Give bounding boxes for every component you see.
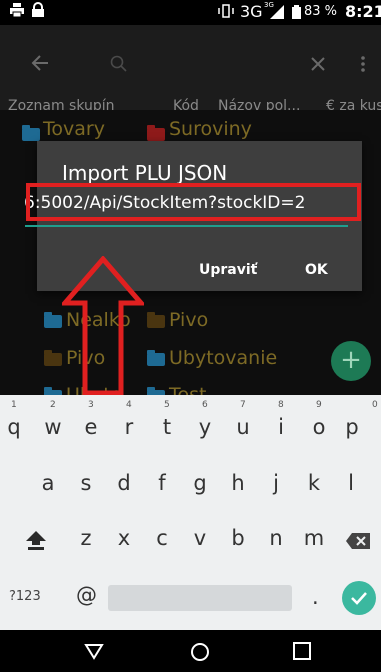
key-s[interactable]: s [69,471,103,495]
group-item[interactable]: Pivo [169,309,208,331]
lock-icon [31,2,45,22]
add-button[interactable]: + [331,341,371,381]
key-hint: 3 [88,400,94,410]
back-triangle-icon[interactable] [84,643,104,664]
signal-icon [270,5,284,23]
at-key[interactable]: @ [76,583,97,607]
space-bar[interactable] [108,585,292,611]
plus-icon: + [340,345,362,375]
key-a[interactable]: a [31,471,65,495]
input-underline [25,225,348,227]
symbols-key[interactable]: ?123 [9,589,41,604]
back-arrow-icon[interactable] [31,54,49,76]
key-b[interactable]: b [221,526,255,550]
checkmark-icon [351,592,367,605]
annotation-arrow-icon [62,256,144,396]
key-hint: 8 [278,400,284,410]
folder-icon [44,312,62,328]
battery-icon [292,5,301,23]
key-w[interactable]: w [36,415,70,439]
key-i[interactable]: i [264,415,298,439]
key-v[interactable]: v [183,526,217,550]
print-icon [9,2,25,22]
key-f[interactable]: f [145,471,179,495]
key-g[interactable]: g [183,471,217,495]
key-t[interactable]: t [150,415,184,439]
key-x[interactable]: x [107,526,141,550]
group-item[interactable]: Ubytovanie [169,347,277,369]
group-item[interactable]: Suroviny [169,118,252,140]
key-z[interactable]: z [69,526,103,550]
close-icon[interactable] [310,56,326,76]
key-j[interactable]: j [259,471,293,495]
key-p[interactable]: p [335,415,369,439]
key-r[interactable]: r [112,415,146,439]
folder-icon [22,125,40,141]
group-item[interactable]: Tovary [43,118,105,140]
key-hint: 4 [126,400,132,410]
key-o[interactable]: o [302,415,336,439]
key-hint: 2 [50,400,56,410]
key-h[interactable]: h [221,471,255,495]
key-k[interactable]: k [297,471,331,495]
folder-icon [147,312,165,328]
key-d[interactable]: d [107,471,141,495]
key-u[interactable]: u [226,415,260,439]
navigation-bar [0,630,381,672]
folder-icon [147,125,165,141]
key-hint: 1 [11,400,17,410]
network-type: 3G [240,2,263,21]
toolbar: Zoznam skupín Kód Názov pol... € za kus [0,25,381,114]
period-key[interactable]: . [312,585,319,609]
key-hint: 5 [164,400,170,410]
edit-button[interactable]: Upraviť [199,262,257,278]
battery-percent: 83 % [304,4,338,19]
folder-icon [147,350,165,366]
key-m[interactable]: m [297,526,331,550]
annotation-highlight-box [26,183,361,221]
key-c[interactable]: c [145,526,179,550]
status-bar: 3G 3G 83 % 8:21 [0,0,381,25]
key-hint: 9 [316,400,322,410]
dialog-title: Import PLU JSON [62,161,228,185]
key-hint: 6 [202,400,208,410]
key-hint: 7 [240,400,246,410]
key-hint: 0 [372,400,378,410]
folder-icon [44,350,62,366]
overflow-menu-icon[interactable] [360,55,366,77]
home-circle-icon[interactable] [190,642,210,666]
vibrate-icon [217,3,235,23]
ok-button[interactable]: OK [305,262,328,278]
key-e[interactable]: e [74,415,108,439]
key-q[interactable]: q [0,415,31,439]
key-l[interactable]: l [334,471,368,495]
shift-key-icon[interactable] [25,529,47,555]
soft-keyboard: 1 q 2 w 3 e 4 r 5 t 6 y 7 u 8 i 9 o 0 p … [0,395,381,630]
clock: 8:21 [345,2,381,21]
enter-key[interactable] [342,581,376,615]
key-n[interactable]: n [259,526,293,550]
search-icon[interactable] [110,55,128,77]
backspace-icon[interactable] [345,532,371,554]
key-y[interactable]: y [188,415,222,439]
recents-square-icon[interactable] [293,642,311,664]
screen: 3G 3G 83 % 8:21 Zoznam skupín Kód Názov … [0,0,381,672]
